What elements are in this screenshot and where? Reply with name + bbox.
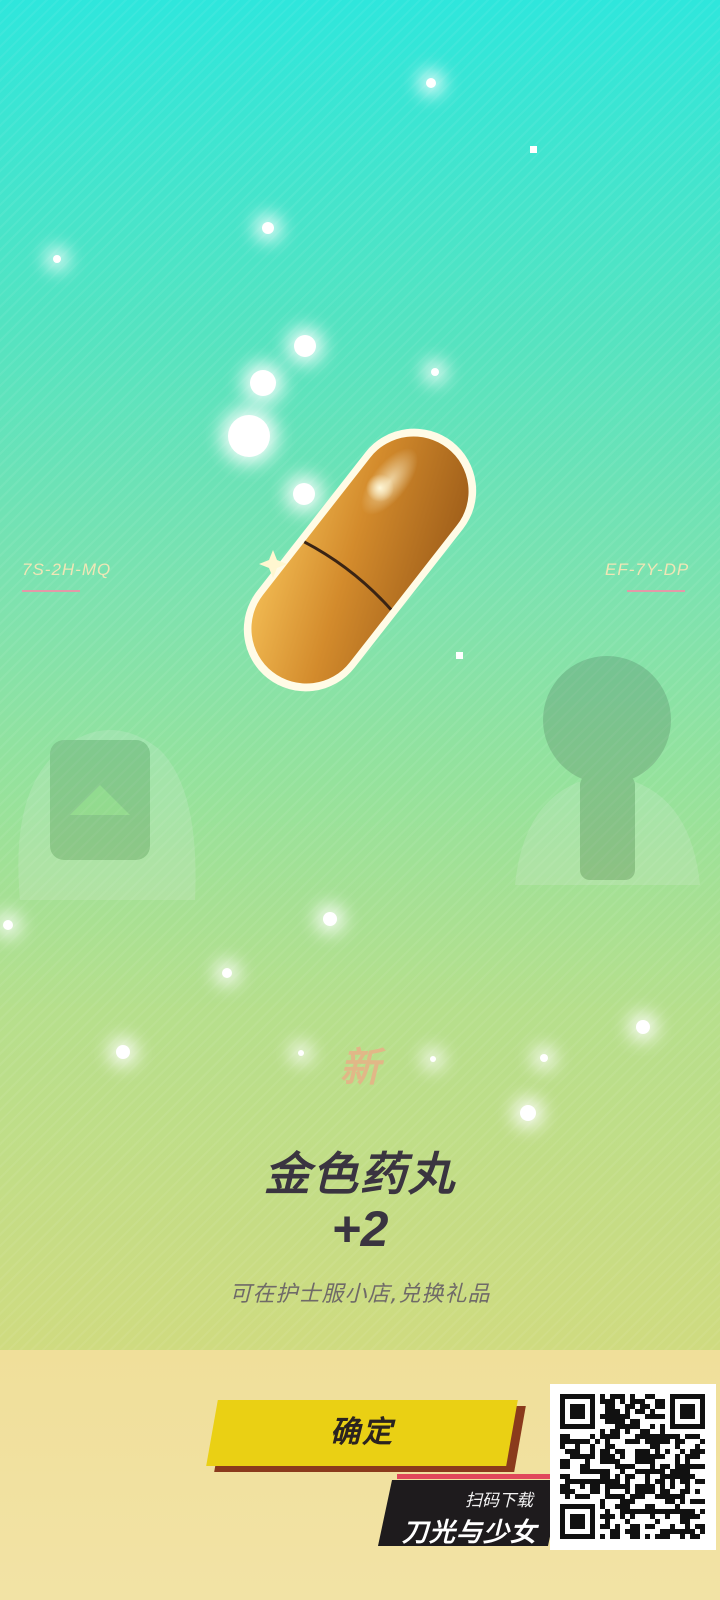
- sparkle: [520, 1105, 536, 1121]
- sparkle: [636, 1020, 650, 1034]
- new-tag: 新: [340, 1046, 380, 1090]
- qr-code-icon: [550, 1384, 716, 1550]
- promo-subtitle: 扫码下载: [465, 1491, 533, 1511]
- sparkle: [250, 370, 276, 396]
- confirm-button[interactable]: 确定: [206, 1400, 526, 1472]
- ghost-character-left: [18, 730, 196, 900]
- sparkle: [426, 78, 436, 88]
- sparkle: [431, 368, 439, 376]
- promo-accent-bar: [397, 1474, 555, 1479]
- promo-title: 刀光与少女: [401, 1518, 537, 1548]
- sparkle: [530, 146, 537, 153]
- ghost-character-right: [515, 656, 700, 885]
- code-right-underline: [627, 590, 685, 592]
- sparkle: [222, 968, 232, 978]
- code-left: 7S-2H-MQ: [22, 560, 112, 579]
- golden-pill-capsule-icon: [243, 428, 477, 692]
- code-right: EF-7Y-DP: [605, 560, 690, 579]
- item-description: 可在护士服小店,兑换礼品: [229, 1282, 491, 1307]
- sparkle: [294, 335, 316, 357]
- download-promo-banner: 扫码下载 刀光与少女: [375, 1474, 563, 1548]
- code-left-underline: [22, 590, 80, 592]
- sparkle: [262, 222, 274, 234]
- confirm-button-label: 确定: [330, 1415, 394, 1450]
- reward-stage: 7S-2H-MQ EF-7Y-DP 新 金色药丸 +2 可在护士服小店,兑换礼品: [0, 0, 720, 1350]
- sparkle: [53, 255, 61, 263]
- sparkle: [323, 912, 337, 926]
- item-quantity: +2: [331, 1201, 389, 1257]
- item-name: 金色药丸: [264, 1148, 456, 1200]
